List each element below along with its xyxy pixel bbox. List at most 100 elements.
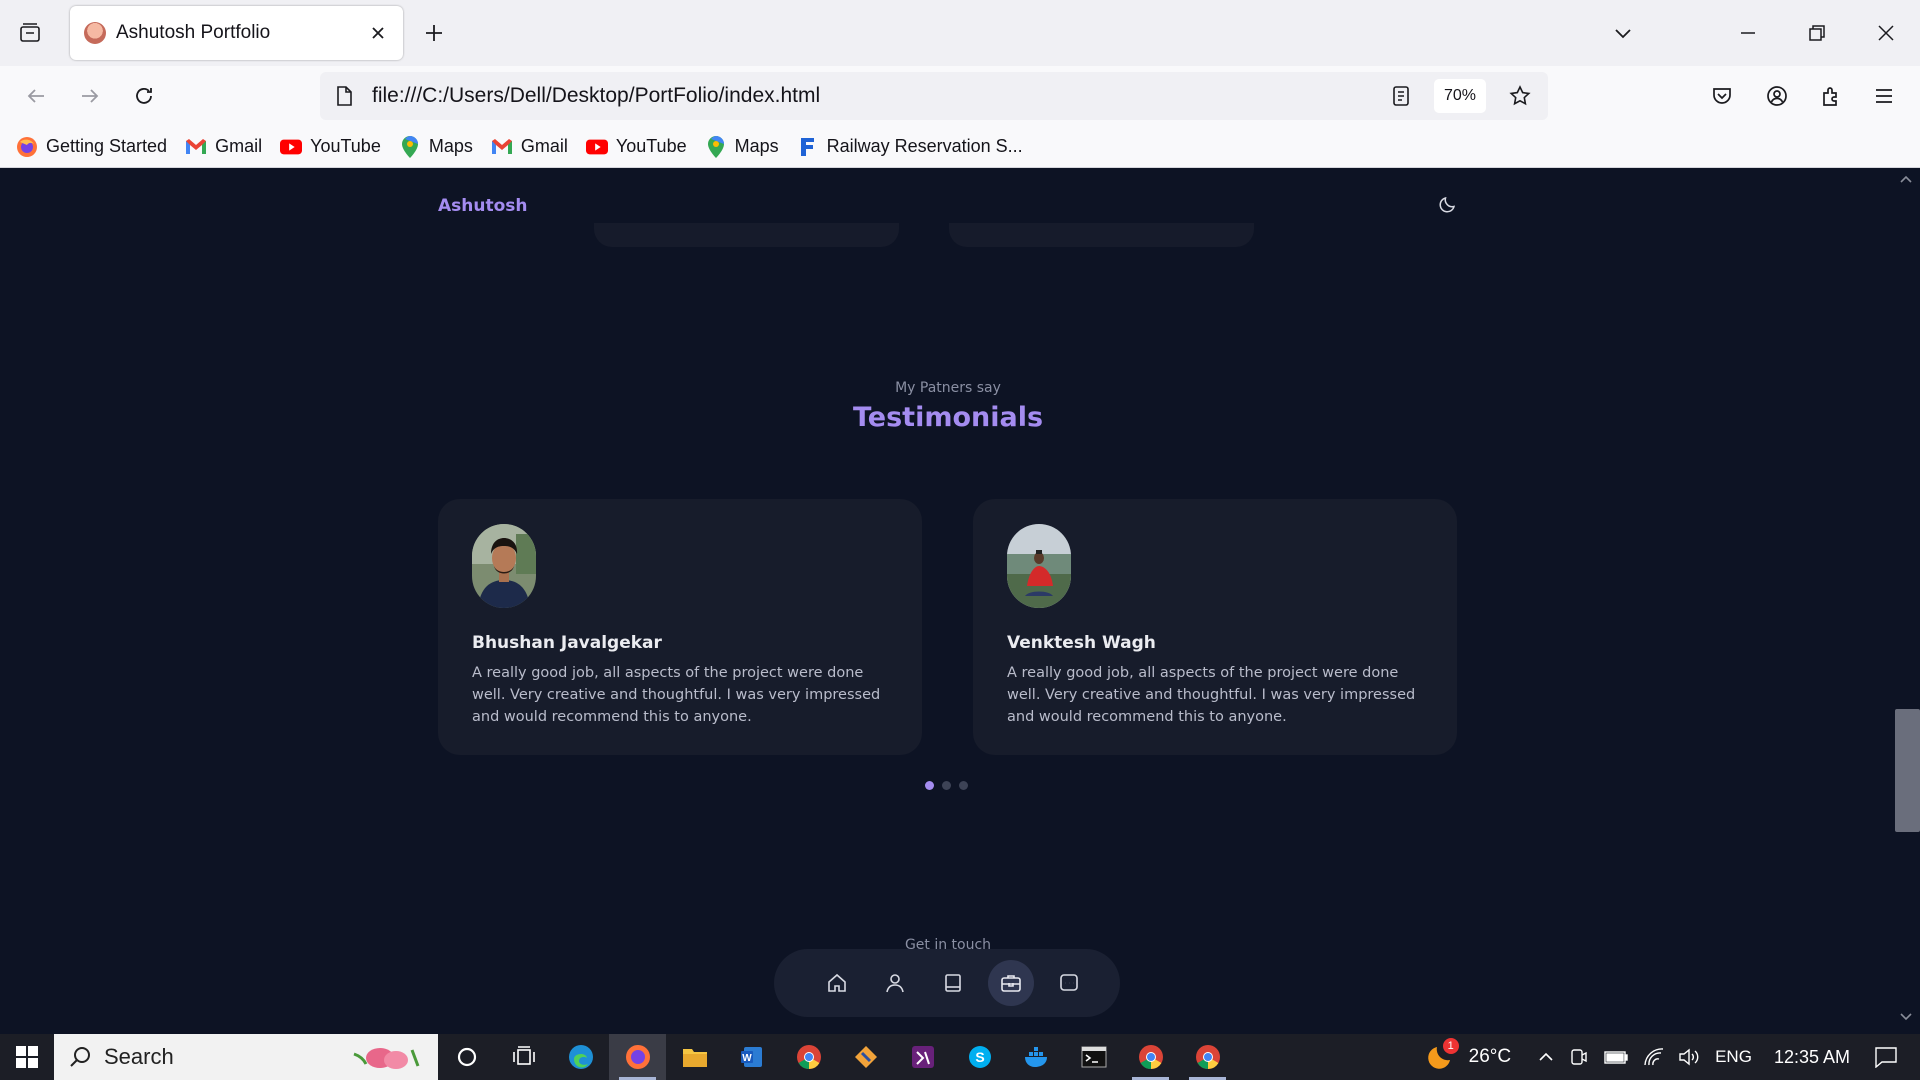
menu-icon[interactable] — [1864, 76, 1904, 116]
url-text[interactable]: file:///C:/Users/Dell/Desktop/PortFolio/… — [372, 84, 1390, 108]
bookmark-item[interactable]: Maps — [705, 135, 779, 158]
pagination-dot[interactable] — [942, 781, 951, 790]
word-icon[interactable]: W — [723, 1034, 780, 1080]
taskbar-search-box[interactable]: Search — [54, 1034, 438, 1080]
bookmarks-toolbar: Getting Started Gmail YouTube Maps Gmail… — [0, 126, 1920, 168]
testimonial-author: Bhushan Javalgekar — [472, 633, 662, 653]
pagination-dot[interactable] — [959, 781, 968, 790]
zoom-level-badge[interactable]: 70% — [1434, 79, 1486, 113]
scroll-up-arrow-icon[interactable] — [1898, 173, 1914, 185]
testimonial-card: Bhushan Javalgekar A really good job, al… — [438, 499, 922, 755]
svg-text:S: S — [975, 1049, 984, 1065]
weather-moon-icon[interactable]: 1 — [1421, 1034, 1461, 1080]
git-icon[interactable] — [837, 1034, 894, 1080]
section-subtitle: My Patners say — [895, 380, 1001, 396]
system-clock[interactable]: 12:35 AM — [1774, 1047, 1850, 1068]
youtube-icon — [280, 136, 303, 158]
moon-icon[interactable] — [1438, 194, 1462, 218]
bookmark-item[interactable]: Gmail — [185, 136, 262, 158]
nav-resume-button[interactable] — [930, 960, 976, 1006]
svg-text:W: W — [742, 1053, 752, 1064]
tab-title: Ashutosh Portfolio — [116, 22, 271, 43]
avatar — [1007, 524, 1071, 608]
nav-about-button[interactable] — [872, 960, 918, 1006]
search-icon — [68, 1045, 92, 1069]
bookmark-item[interactable]: Railway Reservation S... — [797, 136, 1023, 158]
input-language[interactable]: ENG — [1715, 1047, 1752, 1067]
browser-tab[interactable]: Ashutosh Portfolio — [70, 6, 403, 60]
bookmark-item[interactable]: Getting Started — [16, 136, 167, 158]
reload-icon[interactable] — [124, 76, 164, 116]
site-brand-logo[interactable]: Ashutosh — [438, 196, 528, 216]
previous-section-card — [594, 223, 899, 247]
nav-contact-button[interactable] — [1046, 960, 1092, 1006]
nav-portfolio-button[interactable] — [988, 960, 1034, 1006]
account-icon[interactable] — [1757, 76, 1797, 116]
windows-logo-icon — [16, 1046, 38, 1068]
skype-icon[interactable]: S — [951, 1034, 1008, 1080]
new-tab-icon[interactable] — [414, 13, 454, 53]
close-window-icon[interactable] — [1866, 13, 1906, 53]
task-view-icon[interactable] — [495, 1034, 552, 1080]
maps-icon — [399, 135, 421, 158]
scroll-down-arrow-icon[interactable] — [1898, 1011, 1914, 1023]
tab-overview-icon[interactable] — [10, 13, 50, 53]
windows-start-button[interactable] — [0, 1034, 54, 1080]
extensions-icon[interactable] — [1811, 76, 1851, 116]
message-icon — [1060, 974, 1078, 991]
document-icon — [945, 974, 961, 992]
bookmark-item[interactable]: YouTube — [585, 136, 687, 158]
volume-icon[interactable] — [1677, 1047, 1701, 1067]
pocket-icon[interactable] — [1702, 76, 1742, 116]
bookmark-item[interactable]: Gmail — [491, 136, 568, 158]
notification-center-icon[interactable] — [1874, 1046, 1898, 1068]
bookmark-star-icon[interactable] — [1508, 84, 1532, 108]
cortana-icon[interactable] — [438, 1034, 495, 1080]
close-tab-icon[interactable] — [363, 18, 393, 48]
address-bar[interactable]: file:///C:/Users/Dell/Desktop/PortFolio/… — [320, 72, 1548, 120]
terminal-icon[interactable] — [1065, 1034, 1122, 1080]
user-icon — [886, 974, 904, 993]
gmail-icon — [185, 136, 207, 158]
gmail-icon — [491, 136, 513, 158]
restore-window-icon[interactable] — [1797, 13, 1837, 53]
page-scrollbar-track[interactable] — [1896, 169, 1920, 1034]
windows-taskbar: Search W S 1 26°C ENG 12:35 AM — [0, 1034, 1920, 1080]
page-viewport: Ashutosh My Patners say Testimonials Bhu… — [0, 169, 1920, 1034]
chrome-icon[interactable] — [1122, 1034, 1179, 1080]
firefox-icon — [16, 136, 38, 158]
tab-favicon-icon — [84, 22, 106, 44]
battery-icon[interactable] — [1603, 1048, 1629, 1066]
testimonial-card: Venktesh Wagh A really good job, all asp… — [973, 499, 1457, 755]
testimonial-text: A really good job, all aspects of the pr… — [1007, 665, 1416, 725]
pagination-dot[interactable] — [925, 781, 934, 790]
edge-icon[interactable] — [552, 1034, 609, 1080]
nav-home-button[interactable] — [814, 960, 860, 1006]
file-explorer-icon[interactable] — [666, 1034, 723, 1080]
reader-view-icon[interactable] — [1390, 85, 1412, 107]
maps-icon — [705, 135, 727, 158]
chevron-up-icon[interactable] — [1537, 1048, 1555, 1066]
floating-nav-dock — [774, 949, 1120, 1017]
home-icon — [828, 973, 846, 992]
testimonial-text: A really good job, all aspects of the pr… — [472, 665, 881, 725]
firefox-taskbar-icon[interactable] — [609, 1034, 666, 1080]
list-tabs-chevron-down-icon[interactable] — [1603, 13, 1643, 53]
visual-studio-icon[interactable] — [894, 1034, 951, 1080]
chrome-icon[interactable] — [1179, 1034, 1236, 1080]
weather-temperature[interactable]: 26°C — [1469, 1046, 1511, 1068]
meet-now-icon[interactable] — [1569, 1047, 1589, 1067]
system-tray: 1 26°C ENG 12:35 AM — [1421, 1034, 1920, 1080]
page-scrollbar-thumb[interactable] — [1895, 709, 1920, 832]
back-icon[interactable] — [16, 76, 56, 116]
forward-icon[interactable] — [70, 76, 110, 116]
site-header: Ashutosh — [0, 169, 1896, 245]
bookmark-item[interactable]: Maps — [399, 135, 473, 158]
docker-icon[interactable] — [1008, 1034, 1065, 1080]
search-highlight-decoration-icon — [350, 1040, 430, 1074]
minimize-icon[interactable] — [1728, 13, 1768, 53]
chrome-icon[interactable] — [780, 1034, 837, 1080]
page-icon — [334, 85, 354, 107]
wifi-icon[interactable] — [1643, 1047, 1665, 1067]
bookmark-item[interactable]: YouTube — [280, 136, 381, 158]
